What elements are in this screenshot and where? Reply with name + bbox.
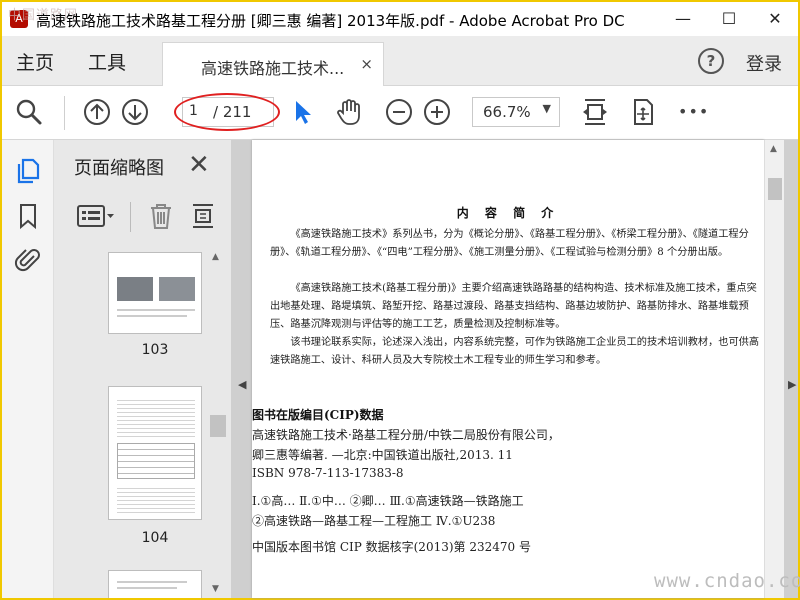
document-scrollbar[interactable]: ▲	[764, 140, 784, 598]
scroll-up-icon[interactable]: ▲	[212, 252, 219, 262]
cip-line: 高速铁路施工技术·路基工程分册/中铁二局股份有限公司，	[252, 428, 560, 442]
zoom-out-icon[interactable]	[384, 97, 414, 127]
hand-tool-icon[interactable]	[334, 97, 364, 127]
cip-heading: 图书在版编目(CIP)数据	[252, 408, 384, 422]
thumbnail-page-partial[interactable]	[108, 570, 202, 598]
thumbnail-text-line	[117, 315, 187, 317]
select-cursor-icon[interactable]	[288, 97, 318, 127]
thumbnail-text-line	[117, 309, 195, 311]
cip-line: ISBN 978-7-113-17383-8	[252, 466, 404, 480]
thumbnail-table	[117, 443, 195, 479]
thumbnail-scrollbar[interactable]: ▲ ▼	[208, 250, 228, 596]
thumbnail-page-number: 104	[141, 530, 169, 546]
maximize-button[interactable]: ☐	[706, 4, 752, 34]
login-button[interactable]: 登录	[746, 50, 782, 76]
page-display-icon[interactable]	[628, 97, 658, 127]
home-menu[interactable]: 主页	[16, 48, 54, 75]
pdf-page: 内 容 简 介 《高速铁路施工技术》系列丛书，分为《概论分册》、《路基工程分册》…	[252, 140, 764, 598]
zoom-level-value: 66.7%	[483, 103, 531, 121]
thumbnail-photo	[159, 277, 195, 301]
attachment-icon[interactable]	[14, 246, 42, 274]
help-icon[interactable]: ?	[698, 48, 724, 74]
paragraph: 《高速铁路施工技术(路基工程分册)》主要介绍高速铁路路基的结构构造、技术标准及施…	[270, 283, 757, 330]
document-view: ◀ 内 容 简 介 《高速铁路施工技术》系列丛书，分为《概论分册》、《路基工程分…	[232, 140, 798, 598]
red-annotation-ellipse	[174, 93, 280, 131]
collapse-left-pane-icon[interactable]: ◀	[238, 378, 246, 391]
paragraph: 该书理论联系实际，论述深入浅出，内容系统完整，可作为铁路施工企业员工的技术培训教…	[270, 337, 760, 366]
document-tab-label: 高速铁路施工技术...	[201, 59, 345, 78]
zoom-in-icon[interactable]	[422, 97, 452, 127]
thumbnail-text-line	[117, 581, 187, 583]
search-icon[interactable]	[14, 97, 44, 127]
thumbnail-page-104[interactable]	[108, 386, 202, 520]
left-navigation-rail	[2, 140, 54, 598]
thumbnail-page-103[interactable]	[108, 252, 202, 334]
zoom-level-select[interactable]: 66.7% ▼	[472, 97, 560, 127]
insert-page-icon[interactable]	[190, 202, 216, 230]
next-page-icon[interactable]	[120, 97, 150, 127]
delete-page-icon[interactable]	[148, 202, 174, 230]
minimize-button[interactable]: —	[660, 4, 706, 34]
close-panel-icon[interactable]: ✕	[188, 150, 210, 180]
title-bar: A 中国道路网 高速铁路施工技术路基工程分册 [卿三惠 编著] 2013年版.p…	[2, 2, 798, 36]
page-heading: 内 容 简 介	[456, 206, 560, 220]
menu-tab-bar: 主页 工具 高速铁路施工技术... × ? 登录	[2, 36, 798, 86]
tools-menu[interactable]: 工具	[88, 48, 126, 75]
thumbnail-text-block	[117, 397, 195, 437]
close-tab-icon[interactable]: ×	[360, 55, 373, 73]
expand-right-pane-icon[interactable]: ▶	[788, 378, 796, 391]
document-tab[interactable]: 高速铁路施工技术... ×	[162, 42, 384, 86]
thumbnail-page-number: 103	[141, 342, 169, 358]
fit-page-icon[interactable]	[580, 97, 610, 127]
chevron-down-icon: ▼	[542, 102, 551, 115]
bookmark-icon[interactable]	[14, 202, 42, 230]
main-toolbar: 1 / 211 66.7% ▼ •••	[2, 86, 798, 140]
thumbnail-text-block	[117, 485, 195, 513]
previous-page-icon[interactable]	[82, 97, 112, 127]
cip-line: 中国版本图书馆 CIP 数据核字(2013)第 232470 号	[252, 540, 531, 554]
thumbnail-options-icon[interactable]	[76, 202, 116, 230]
scroll-up-icon[interactable]: ▲	[770, 144, 777, 154]
toolbar-divider	[64, 96, 65, 130]
paragraph: 《高速铁路施工技术》系列丛书，分为《概论分册》、《路基工程分册》、《桥梁工程分册…	[270, 229, 749, 258]
close-window-button[interactable]: ✕	[752, 4, 798, 34]
cip-line: 卿三惠等编著. —北京:中国铁道出版社,2013. 11	[252, 448, 513, 462]
thumbnail-panel-title: 页面缩略图	[74, 158, 164, 179]
cip-line: ②高速铁路—路基工程—工程施工 Ⅳ.①U238	[252, 514, 496, 528]
page-thumbnails-icon[interactable]	[14, 156, 42, 184]
thumbnail-photo	[117, 277, 153, 301]
bottom-watermark: www.cndao.com	[654, 570, 800, 592]
thumbnail-text-line	[117, 587, 177, 589]
thumbnail-toolbar	[54, 196, 232, 238]
thumbnail-scroll-thumb[interactable]	[210, 415, 226, 437]
cip-line: Ⅰ.①高… Ⅱ.①中… ②卿… Ⅲ.①高速铁路—铁路施工	[252, 494, 524, 508]
window-title: 高速铁路施工技术路基工程分册 [卿三惠 编著] 2013年版.pdf - Ado…	[36, 12, 625, 30]
scroll-down-icon[interactable]: ▼	[212, 584, 219, 594]
document-scroll-thumb[interactable]	[768, 178, 782, 200]
thumbnail-toolbar-divider	[130, 202, 131, 232]
more-tools-icon[interactable]: •••	[678, 97, 708, 127]
thumbnail-panel: 页面缩略图 ✕ 103 104 ▲ ▼	[54, 140, 232, 598]
